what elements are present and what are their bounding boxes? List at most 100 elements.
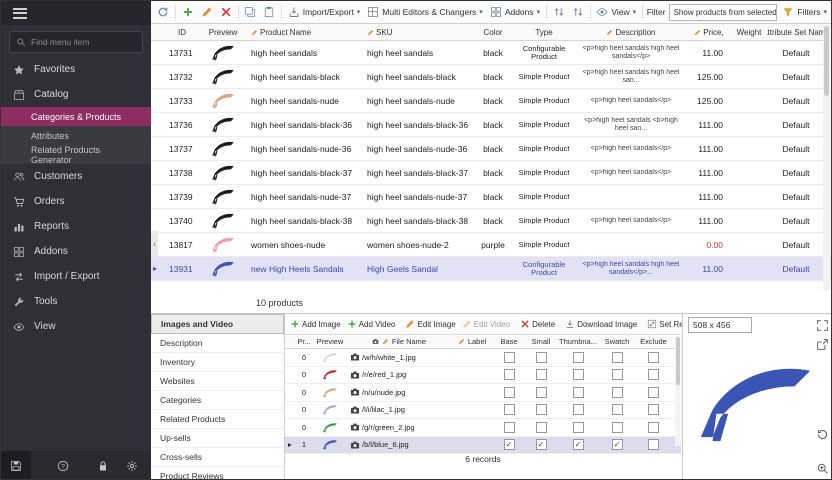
product-row[interactable]: 13817women shoes-nudewomen shoes-nude-2p… (151, 233, 832, 257)
column-header-pr[interactable]: Pr... (295, 337, 313, 346)
tab-description[interactable]: Description (151, 334, 284, 353)
checkbox-exclude[interactable] (648, 369, 659, 380)
sidebar-item-customers[interactable]: Customers (1, 164, 151, 189)
column-header-sku[interactable]: SKU (363, 28, 473, 37)
download-image-button[interactable]: Download Image (563, 318, 639, 330)
scrollbar-thumb[interactable] (824, 26, 829, 96)
column-header-id[interactable]: ID (165, 28, 199, 37)
delete-image-button[interactable]: Delete (518, 318, 557, 330)
sidebar-item-import-export[interactable]: Import / Export (1, 264, 151, 289)
fullscreen-button[interactable] (816, 317, 829, 330)
edit-image-button[interactable]: Edit Image (403, 318, 457, 330)
tab-inventory[interactable]: Inventory (151, 353, 284, 372)
image-size-box[interactable]: 508 x 456 (688, 317, 752, 333)
column-header-weight[interactable]: Weight (731, 28, 767, 37)
column-header-preview[interactable]: Preview (199, 28, 247, 37)
column-header-swatch[interactable]: Swatch (599, 337, 635, 346)
sidebar-item-attributes[interactable]: Attributes (1, 126, 151, 145)
column-header-price[interactable]: Price, (687, 28, 731, 37)
column-header-thumbna[interactable]: Thumbna... (557, 337, 599, 346)
checkbox-swatch[interactable]: ✓ (612, 439, 623, 450)
tab-up-sells[interactable]: Up-sells (151, 429, 284, 448)
checkbox-exclude[interactable] (648, 404, 659, 415)
category-filter-select[interactable]: Show products from selected categories ▾ (669, 4, 778, 21)
sidebar-search-input[interactable]: Find menu item (9, 31, 143, 53)
help-button[interactable] (49, 451, 79, 480)
product-row[interactable]: 13740high heel sandals-black-38high heel… (151, 209, 832, 233)
tab-websites[interactable]: Websites (151, 372, 284, 391)
lock-button[interactable] (88, 451, 118, 480)
column-header-file-name[interactable]: File Name (347, 337, 451, 346)
column-header-exclude[interactable]: Exclude (635, 337, 672, 346)
checkbox-swatch[interactable] (612, 352, 623, 363)
product-row[interactable]: 13731high heel sandalshigh heel sandalsb… (151, 41, 832, 65)
checkbox-small[interactable] (536, 422, 547, 433)
column-header-base[interactable]: Base (493, 337, 525, 346)
checkbox-base[interactable] (504, 404, 515, 415)
paste-button[interactable] (261, 4, 277, 20)
image-row[interactable]: 0/n/u/nude.jpg (285, 384, 681, 402)
settings-button[interactable] (118, 451, 148, 480)
column-header-description[interactable]: Description (575, 28, 687, 37)
column-header-attribute-set-name[interactable]: Attribute Set Name (767, 28, 825, 37)
rotate-button[interactable] (816, 426, 829, 439)
copy-button[interactable] (242, 4, 258, 20)
product-row[interactable]: 13739high heel sandals-nude-37high heel … (151, 185, 832, 209)
checkbox-thumbnail[interactable] (573, 387, 584, 398)
sidebar-item-tools[interactable]: Tools (1, 289, 151, 314)
tab-images-and-video[interactable]: Images and Video (151, 314, 284, 334)
sidebar-item-view[interactable]: View (1, 314, 151, 339)
column-header-preview[interactable]: Preview (313, 337, 347, 346)
checkbox-swatch[interactable] (612, 369, 623, 380)
sort-up-button[interactable] (551, 4, 567, 20)
tab-related-products[interactable]: Related Products (151, 410, 284, 429)
view-menu[interactable]: View ▾ (594, 4, 638, 20)
image-row[interactable]: 0/l/i/lilac_1.jpg (285, 402, 681, 420)
checkbox-exclude[interactable] (648, 352, 659, 363)
save-button[interactable] (1, 451, 31, 480)
tab-cross-sells[interactable]: Cross-sells (151, 448, 284, 467)
filters-menu[interactable]: Filters ▾ (780, 4, 829, 20)
column-header-label[interactable]: Label (451, 337, 493, 346)
sidebar-item-reports[interactable]: Reports (1, 214, 151, 239)
images-scrollbar[interactable] (675, 336, 681, 446)
checkbox-swatch[interactable] (612, 422, 623, 433)
addons-menu[interactable]: Addons ▾ (488, 4, 542, 20)
zoom-button[interactable] (816, 460, 829, 473)
sidebar-item-categories-products[interactable]: Categories & Products (1, 107, 151, 126)
checkbox-base[interactable] (504, 369, 515, 380)
delete-product-button[interactable] (218, 4, 234, 20)
add-image-button[interactable]: Add Image (288, 318, 343, 330)
checkbox-thumbnail[interactable] (573, 404, 584, 415)
sidebar-item-addons[interactable]: Addons (1, 239, 151, 264)
checkbox-exclude[interactable] (648, 422, 659, 433)
checkbox-swatch[interactable] (612, 387, 623, 398)
grid-scrollbar[interactable] (823, 25, 830, 291)
import-export-menu[interactable]: Import/Export ▾ (286, 4, 363, 20)
collapse-sidebar-handle[interactable]: ‹ (151, 231, 158, 257)
product-row[interactable]: 13737high heel sandals-nude-36high heel … (151, 137, 832, 161)
checkbox-thumbnail[interactable] (573, 369, 584, 380)
product-row[interactable]: 13732high heel sandals-blackhigh heel sa… (151, 65, 832, 89)
tab-categories[interactable]: Categories (151, 391, 284, 410)
checkbox-thumbnail[interactable]: ✓ (573, 439, 584, 450)
checkbox-small[interactable] (536, 404, 547, 415)
product-row[interactable]: 13733high heel sandals-nudehigh heel san… (151, 89, 832, 113)
tab-product-reviews[interactable]: Product Reviews (151, 467, 284, 480)
checkbox-thumbnail[interactable] (573, 352, 584, 363)
menu-toggle-button[interactable] (1, 1, 151, 25)
checkbox-small[interactable] (536, 352, 547, 363)
column-header-product-name[interactable]: Product Name (247, 28, 363, 37)
checkbox-thumbnail[interactable] (573, 422, 584, 433)
sort-down-button[interactable] (570, 4, 586, 20)
multi-editors-menu[interactable]: Multi Editors & Changers ▾ (365, 4, 485, 20)
checkbox-small[interactable] (536, 369, 547, 380)
row-expander[interactable]: ▸ (151, 264, 165, 273)
edit-video-button[interactable]: Edit Video (460, 318, 512, 330)
column-header-color[interactable]: Color (473, 28, 513, 37)
sidebar-item-orders[interactable]: Orders (1, 189, 151, 214)
image-row[interactable]: 0/g/r/green_2.jpg (285, 419, 681, 437)
product-row[interactable]: ▸13931new High Heels SandalsHigh Geels S… (151, 257, 832, 281)
checkbox-base[interactable] (504, 422, 515, 433)
column-header-small[interactable]: Small (525, 337, 557, 346)
